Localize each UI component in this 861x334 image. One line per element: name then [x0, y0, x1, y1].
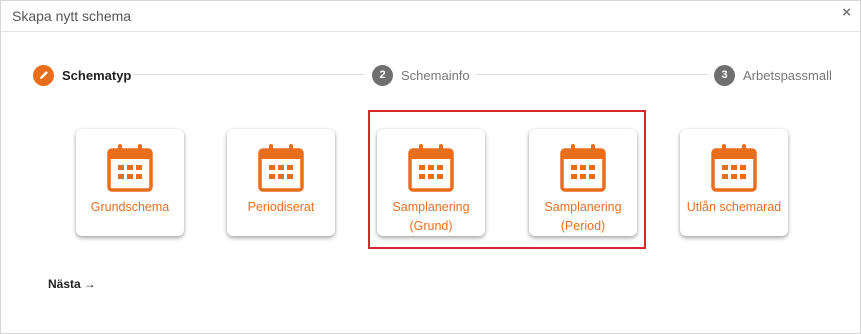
- step-schemainfo[interactable]: 2 Schemainfo: [372, 64, 470, 86]
- card-label-line1: Periodiserat: [247, 200, 315, 214]
- calendar-icon: [408, 144, 454, 192]
- arrow-right-icon: →: [83, 277, 96, 291]
- card-samplanering-grund[interactable]: Samplanering (Grund): [377, 129, 485, 236]
- card-label: Grundschema: [76, 198, 184, 217]
- next-button[interactable]: Nästa →: [48, 277, 96, 291]
- card-label: Samplanering (Period): [529, 198, 637, 236]
- card-label-line1: Grundschema: [90, 200, 170, 214]
- close-button[interactable]: ×: [842, 5, 851, 21]
- card-label: Periodiserat: [227, 198, 335, 217]
- wizard-stepper: Schematyp 2 Schemainfo 3 Arbetspassmall: [1, 61, 860, 89]
- card-grundschema[interactable]: Grundschema: [76, 129, 184, 236]
- dialog-header: Skapa nytt schema ×: [1, 1, 860, 32]
- card-label: Samplanering (Grund): [377, 198, 485, 236]
- card-samplanering-period[interactable]: Samplanering (Period): [529, 129, 637, 236]
- create-schedule-dialog: Skapa nytt schema × Schematyp 2 Schemain…: [0, 0, 861, 334]
- card-label: Utlån schemarad: [680, 198, 788, 217]
- step-label: Schematyp: [62, 67, 132, 83]
- card-label-line1: Samplanering: [544, 200, 622, 214]
- card-label-line1: Utlån schemarad: [686, 200, 782, 214]
- calendar-icon: [711, 144, 757, 192]
- card-periodiserat[interactable]: Periodiserat: [227, 129, 335, 236]
- step-schematyp[interactable]: Schematyp: [33, 64, 131, 86]
- step-number: 3: [714, 64, 735, 86]
- step-label: Arbetspassmall: [743, 67, 832, 83]
- card-label-line2: (Period): [560, 219, 606, 233]
- calendar-icon: [107, 144, 153, 192]
- card-label-line1: Samplanering: [392, 200, 470, 214]
- step-connector: [476, 74, 708, 75]
- step-number: 2: [372, 64, 393, 86]
- calendar-icon: [258, 144, 304, 192]
- step-label: Schemainfo: [401, 67, 470, 83]
- next-label: Nästa: [48, 277, 81, 291]
- card-label-line2: (Grund): [409, 219, 453, 233]
- pencil-icon: [33, 64, 54, 86]
- step-connector: [133, 74, 365, 75]
- step-arbetspassmall[interactable]: 3 Arbetspassmall: [714, 64, 832, 86]
- calendar-icon: [560, 144, 606, 192]
- card-utlan-schemarad[interactable]: Utlån schemarad: [680, 129, 788, 236]
- dialog-title: Skapa nytt schema: [12, 8, 132, 24]
